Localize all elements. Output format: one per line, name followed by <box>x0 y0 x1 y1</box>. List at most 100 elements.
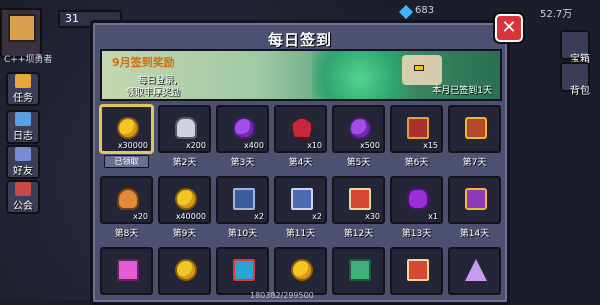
signin-banner: 9月签到奖励 每日登录, 领取丰厚奖励 本月已签到1天 <box>100 49 502 101</box>
day-label: 第8天 <box>114 229 139 239</box>
crystal-icon <box>465 259 487 281</box>
reward-cell[interactable]: x400 第3天 <box>216 105 269 168</box>
monthly-signin-count: 本月已签到1天 <box>432 86 492 96</box>
reward-tile[interactable] <box>100 247 153 295</box>
log-button[interactable]: 日志 <box>6 110 40 144</box>
reward-tile[interactable]: x400 <box>216 105 269 153</box>
reward-cell[interactable] <box>158 247 211 300</box>
reward-quantity: x20 <box>133 212 148 221</box>
player-level: 31 <box>65 12 79 25</box>
reward-quantity: x1 <box>428 212 438 221</box>
reward-tile[interactable] <box>216 247 269 295</box>
reward-quantity: x10 <box>307 141 322 150</box>
log-icon <box>15 112 31 126</box>
blue-box-icon <box>233 188 255 210</box>
reward-cell[interactable]: x30 第12天 <box>332 176 385 239</box>
purple-orb-icon <box>233 117 255 139</box>
banner-desc-line2: 领取丰厚奖励 <box>126 88 181 98</box>
guild-label: 公会 <box>13 201 33 212</box>
reward-tile[interactable]: x30 <box>332 176 385 224</box>
day-label: 第9天 <box>172 229 197 239</box>
red-chest-icon <box>465 117 487 139</box>
day-label: 第2天 <box>172 158 197 168</box>
day-label: 第3天 <box>230 158 255 168</box>
reward-tile[interactable] <box>390 247 443 295</box>
red-box-icon <box>407 259 429 281</box>
reward-cell[interactable]: 第7天 <box>448 105 501 168</box>
avatar-face-icon <box>8 14 36 42</box>
reward-cell[interactable]: x500 第5天 <box>332 105 385 168</box>
red-box-icon <box>349 188 371 210</box>
log-label: 日志 <box>13 131 33 142</box>
day-label: 第13天 <box>401 229 432 239</box>
reward-cell[interactable]: x30000 已领取 <box>100 105 153 168</box>
close-button[interactable]: ✕ <box>495 14 523 42</box>
backpack-label: 背包 <box>570 86 590 97</box>
gold-coin-icon <box>291 259 313 281</box>
quest-label: 任务 <box>13 93 33 104</box>
reward-tile[interactable]: x30000 <box>100 105 153 153</box>
day-label: 第7天 <box>462 158 487 168</box>
scroll-icon <box>407 117 429 139</box>
reward-cell[interactable]: x15 第6天 <box>390 105 443 168</box>
friends-button[interactable]: 好友 <box>6 145 40 179</box>
reward-tile[interactable]: x10 <box>274 105 327 153</box>
reward-cell[interactable]: x200 第2天 <box>158 105 211 168</box>
claimed-badge: 已领取 <box>104 155 149 168</box>
gem-amount: 52.7万 <box>540 9 573 20</box>
guild-button[interactable]: 公会 <box>6 180 40 214</box>
reward-cell[interactable] <box>448 247 501 300</box>
reward-tile[interactable]: x40000 <box>158 176 211 224</box>
reward-tile[interactable]: x2 <box>216 176 269 224</box>
reward-quantity: x2 <box>312 212 322 221</box>
reward-tile[interactable]: x15 <box>390 105 443 153</box>
day-label: 第10天 <box>227 229 258 239</box>
reward-tile[interactable]: x20 <box>100 176 153 224</box>
reward-cell[interactable]: x10 第4天 <box>274 105 327 168</box>
reward-quantity: x2 <box>254 212 264 221</box>
reward-quantity: x30 <box>365 212 380 221</box>
reward-cell[interactable]: x2 第10天 <box>216 176 269 239</box>
tv-item-icon <box>233 259 255 281</box>
player-avatar[interactable] <box>0 8 42 58</box>
reward-quantity: x500 <box>359 141 380 150</box>
reward-cell[interactable]: x2 第11天 <box>274 176 327 239</box>
reward-tile[interactable]: x1 <box>390 176 443 224</box>
reward-tile[interactable] <box>274 247 327 295</box>
reward-quantity: x15 <box>423 141 438 150</box>
reward-tile[interactable]: x500 <box>332 105 385 153</box>
reward-grid: x30000 已领取 x200 第2天 x400 第3天 x10 第4天 x500 第5天 x15 第… <box>98 104 508 300</box>
silver-ore-icon <box>175 117 197 139</box>
gold-amount: 683 <box>415 5 435 16</box>
reward-tile[interactable] <box>448 176 501 224</box>
quest-button[interactable]: 任务 <box>6 72 40 106</box>
reward-cell[interactable]: 第14天 <box>448 176 501 239</box>
purple-potion-icon <box>407 188 429 210</box>
reward-cell[interactable]: x1 第13天 <box>390 176 443 239</box>
reward-cell[interactable]: x20 第8天 <box>100 176 153 239</box>
purple-chest-icon <box>465 188 487 210</box>
reward-cell[interactable] <box>390 247 443 300</box>
reward-tile[interactable]: x2 <box>274 176 327 224</box>
reward-quantity: x40000 <box>175 212 206 221</box>
green-item-icon <box>349 259 371 281</box>
reward-cell[interactable]: x40000 第9天 <box>158 176 211 239</box>
day-label: 第12天 <box>343 229 374 239</box>
day-label: 第5天 <box>346 158 371 168</box>
reward-cell[interactable] <box>100 247 153 300</box>
reward-tile[interactable] <box>448 105 501 153</box>
banner-character-eye <box>414 65 424 71</box>
blue-crate-icon <box>291 188 313 210</box>
gold-coin-icon <box>117 117 139 139</box>
guild-icon <box>15 182 31 196</box>
reward-tile[interactable] <box>158 247 211 295</box>
reward-cell[interactable] <box>332 247 385 300</box>
reward-quantity: x30000 <box>117 141 148 150</box>
reward-tile[interactable]: x200 <box>158 105 211 153</box>
reward-tile[interactable] <box>332 247 385 295</box>
reward-quantity: x400 <box>243 141 264 150</box>
reward-tile[interactable] <box>448 247 501 295</box>
friends-icon <box>15 147 31 161</box>
banner-title: 9月签到奖励 <box>112 56 175 69</box>
friends-label: 好友 <box>13 166 33 177</box>
